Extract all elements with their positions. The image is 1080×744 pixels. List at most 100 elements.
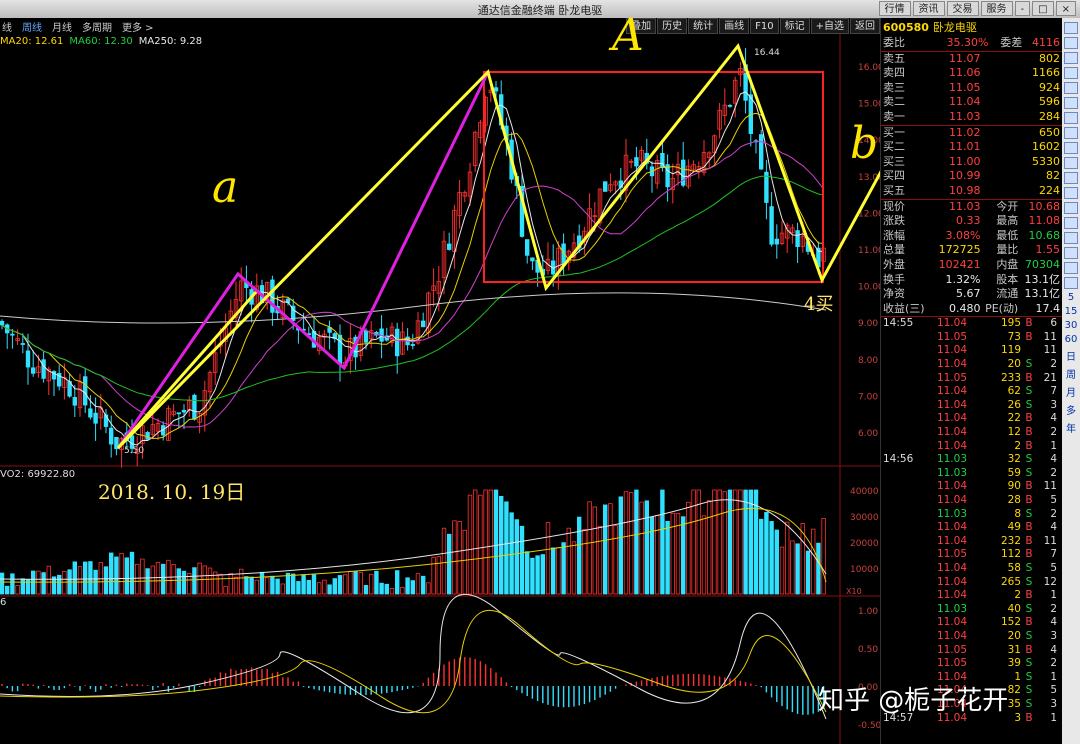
bid-price: 11.01	[948, 140, 981, 154]
tab-more[interactable]: 更多 >	[122, 19, 154, 34]
history-button[interactable]: 历史	[657, 18, 688, 34]
tick-price: 11.04	[936, 358, 967, 371]
volume-tick-label: 10000	[850, 565, 879, 575]
stat-row: 现价 11.03 今开 10.68	[881, 200, 1062, 215]
tick-count: 2	[1050, 466, 1057, 479]
draw-line-button[interactable]: 画线	[719, 18, 750, 34]
volume-bar	[722, 491, 727, 595]
tool-icon[interactable]	[1064, 202, 1078, 214]
trade-button[interactable]: 交易	[946, 1, 979, 16]
period-shortcut-7[interactable]: 多	[1064, 402, 1078, 417]
period-shortcut-3[interactable]: 60	[1064, 334, 1078, 345]
mark-button[interactable]: 标记	[779, 18, 810, 34]
tool-icon[interactable]	[1064, 112, 1078, 124]
ask-volume: 1166	[1032, 66, 1060, 80]
ma60-label: MA60: 12.30	[69, 36, 133, 47]
tool-icon[interactable]	[1064, 157, 1078, 169]
volume-bar	[660, 489, 665, 595]
high-price-marker: 16.44	[754, 48, 780, 58]
bid-level-label: 买三	[883, 154, 905, 168]
stock-code: 600580	[883, 20, 929, 34]
volume-bar	[655, 515, 660, 595]
volume-bar	[88, 561, 93, 595]
market-button[interactable]: 行情	[878, 1, 911, 16]
back-button[interactable]: 返回	[850, 18, 880, 34]
news-button[interactable]: 资讯	[912, 1, 945, 16]
ask-price: 11.05	[948, 80, 981, 94]
tool-icon[interactable]	[1064, 97, 1078, 109]
tool-icon[interactable]	[1064, 187, 1078, 199]
tool-icon[interactable]	[1064, 142, 1078, 154]
period-shortcut-2[interactable]: 30	[1064, 320, 1078, 331]
volume-bar	[509, 512, 514, 595]
volume-bar	[368, 573, 374, 595]
wave-a-annotation: a	[212, 162, 239, 213]
minimize-button[interactable]: -	[1014, 1, 1031, 16]
f10-button[interactable]: F10	[750, 18, 779, 34]
period-shortcut-1[interactable]: 15	[1064, 306, 1078, 317]
stat-value: 11.03	[948, 199, 981, 213]
tick-direction: B	[1025, 494, 1033, 506]
ask-price: 11.06	[948, 66, 981, 80]
tick-list[interactable]: 14:55 11.04 195 B 6 11.05 73 B 11 11.04 119 11 11.04…	[881, 316, 1062, 725]
tick-direction: S	[1025, 507, 1033, 520]
candle-body	[25, 350, 31, 368]
tool-icon[interactable]	[1064, 67, 1078, 79]
tool-icon[interactable]	[1064, 232, 1078, 244]
add-watchlist-button[interactable]: +自选	[810, 18, 849, 34]
tool-icon[interactable]	[1064, 217, 1078, 229]
candle-body	[30, 367, 36, 374]
volume-bar	[478, 494, 483, 595]
tab-daily[interactable]: 线	[2, 19, 12, 34]
volume-bar	[514, 519, 519, 595]
tool-icon[interactable]	[1064, 82, 1078, 94]
volume-bar	[634, 489, 639, 595]
tool-icon[interactable]	[1064, 37, 1078, 49]
tick-row: 11.04 20 S 3	[881, 630, 1062, 644]
volume-bar	[155, 561, 161, 595]
tick-volume: 233	[1000, 371, 1021, 384]
volume-bar	[353, 570, 358, 595]
tool-icon[interactable]	[1064, 262, 1078, 274]
ma60-line	[1, 175, 824, 402]
kline-chart[interactable]: 16.0015.0014.0013.0012.0011.0010.009.008…	[0, 34, 880, 744]
volume-bar	[363, 584, 369, 595]
tick-time	[883, 535, 929, 549]
tick-direction: S	[1025, 398, 1033, 411]
period-shortcut-6[interactable]: 月	[1064, 384, 1078, 399]
close-button[interactable]: ×	[1055, 1, 1076, 16]
tool-icon[interactable]	[1064, 247, 1078, 259]
period-shortcut-5[interactable]: 周	[1064, 366, 1078, 381]
tab-monthly[interactable]: 月线	[52, 19, 72, 34]
tick-volume: 2	[1014, 589, 1021, 602]
tab-weekly[interactable]: 周线	[22, 19, 42, 34]
volume-bar	[254, 579, 259, 595]
tool-icon[interactable]	[1064, 22, 1078, 34]
period-shortcut-4[interactable]: 日	[1064, 348, 1078, 363]
tick-row: 11.04 12 B 2	[881, 426, 1062, 440]
period-shortcut-8[interactable]: 年	[1064, 420, 1078, 435]
tick-direction: S	[1025, 629, 1033, 642]
tab-multi-period[interactable]: 多周期	[82, 19, 112, 34]
tick-row: 14:55 11.04 195 B 6	[881, 317, 1062, 331]
volume-bar	[811, 528, 816, 595]
service-button[interactable]: 服务	[980, 1, 1013, 16]
stat-row: 涨幅 3.08% 最低 10.68	[881, 229, 1062, 244]
volume-bar	[644, 500, 649, 595]
statistics-button[interactable]: 统计	[688, 18, 719, 34]
volume-bar	[249, 576, 254, 595]
period-shortcut-0[interactable]: 5	[1064, 292, 1078, 303]
volume-bar	[259, 571, 265, 595]
maximize-button[interactable]: □	[1032, 1, 1054, 16]
volume-bar	[192, 567, 197, 595]
tool-icon[interactable]	[1064, 52, 1078, 64]
volume-bar	[441, 527, 447, 595]
tick-row: 11.03 40 S 2	[881, 603, 1062, 617]
candle-body	[88, 408, 93, 418]
tick-count: 1	[1050, 589, 1057, 602]
tick-price: 11.04	[936, 561, 967, 574]
volume-bar	[114, 556, 119, 595]
tool-icon[interactable]	[1064, 172, 1078, 184]
tool-icon[interactable]	[1064, 277, 1078, 289]
tool-icon[interactable]	[1064, 127, 1078, 139]
